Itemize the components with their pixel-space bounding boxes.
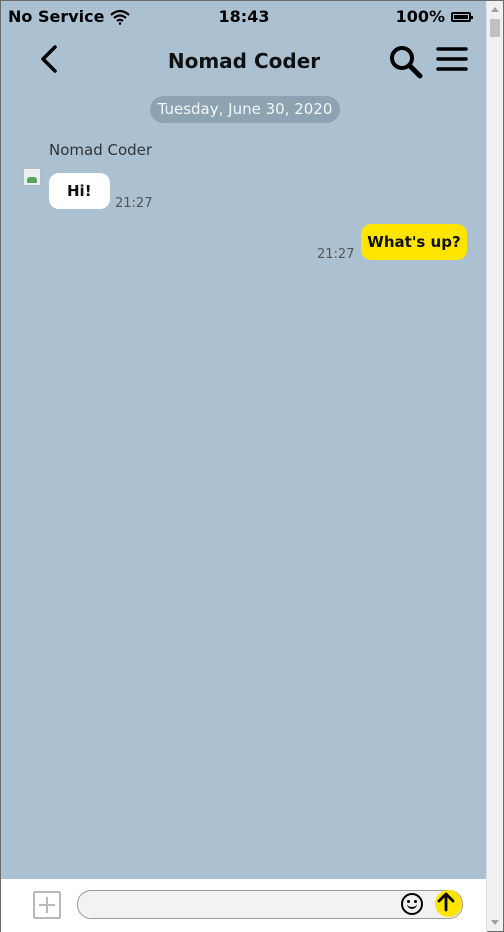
search-button[interactable] — [388, 43, 424, 79]
scrollbar[interactable] — [486, 1, 503, 931]
scroll-down-button[interactable] — [487, 914, 503, 931]
chat-header: Nomad Coder — [1, 33, 487, 89]
battery-label: 100% — [395, 7, 445, 26]
sender-name: Nomad Coder — [49, 141, 153, 159]
message-composer — [1, 879, 487, 932]
status-right: 100% — [395, 7, 473, 26]
outgoing-message-time: 21:27 — [317, 247, 355, 262]
chat-window: No Service 18:43 100% Nomad Coder Tuesda… — [0, 0, 504, 932]
avatar[interactable] — [23, 168, 41, 186]
menu-icon — [436, 47, 468, 71]
send-button[interactable] — [435, 890, 462, 917]
date-divider: Tuesday, June 30, 2020 — [150, 96, 340, 123]
status-bar: No Service 18:43 100% — [1, 1, 487, 33]
search-icon — [390, 46, 423, 79]
scroll-thumb[interactable] — [490, 19, 500, 37]
menu-button[interactable] — [435, 43, 469, 79]
scroll-up-button[interactable] — [487, 1, 503, 18]
outgoing-message-bubble: What's up? — [361, 224, 467, 260]
battery-icon — [451, 11, 473, 22]
attach-button[interactable] — [33, 891, 61, 919]
incoming-message-time: 21:27 — [115, 196, 153, 211]
incoming-message-bubble: Hi! — [49, 173, 110, 209]
emoji-button[interactable] — [401, 893, 423, 915]
arrow-up-icon — [437, 892, 455, 912]
